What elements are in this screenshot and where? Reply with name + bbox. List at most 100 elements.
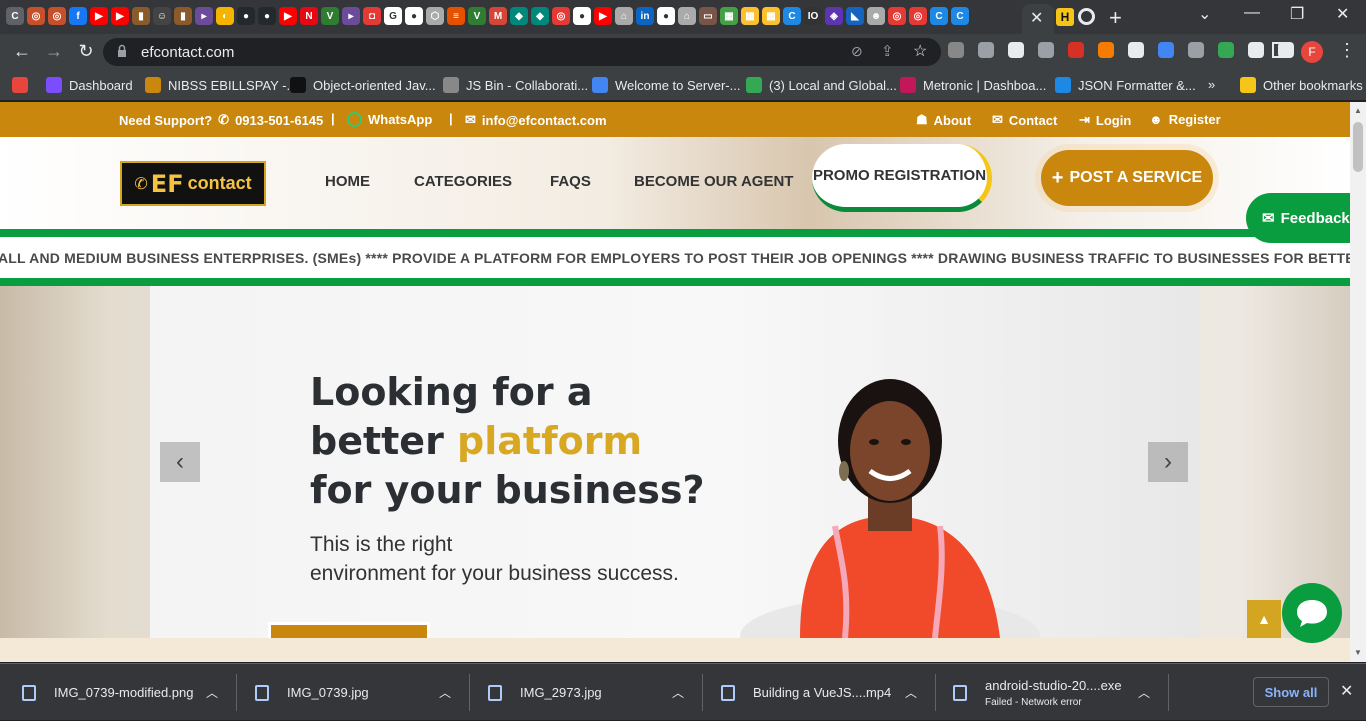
chevron-up-icon[interactable]: ︿ — [672, 684, 684, 701]
email-link[interactable]: ✉ info@efcontact.com — [465, 112, 607, 128]
download-item[interactable]: IMG_0739.jpg ︿ — [255, 664, 453, 721]
popup-blocked-icon[interactable]: ⊘ — [851, 43, 863, 60]
url-text[interactable]: efcontact.com — [141, 44, 234, 61]
forward-icon[interactable]: → — [42, 41, 66, 62]
menu-icon[interactable]: ⋮ — [1338, 40, 1356, 61]
extension-icon[interactable] — [1248, 42, 1264, 58]
download-item[interactable]: IMG_0739-modified.png ︿ — [22, 664, 220, 721]
tab-favicons[interactable]: C ◎ ◎ f ▶ ▶ ▮ ☺ ▮ ▸ ◐ ● ● ▶ N V ▸ ◘ G ● ⬡ ≡ V M ◆ ◆ ◎ ● ▶ ⌂ in ● ⌂ ▭ ▦ ▦ ▦ C I… — [6, 7, 969, 27]
page-scrollbar[interactable]: ▲ ▼ — [1350, 102, 1366, 662]
extension-icon[interactable] — [1188, 42, 1204, 58]
reload-icon[interactable]: ↻ — [74, 41, 98, 62]
scrollbar-thumb[interactable] — [1353, 122, 1363, 172]
live-chat-button[interactable] — [1282, 583, 1342, 643]
post-service-button[interactable]: + POST A SERVICE — [1041, 150, 1213, 206]
tab-favicon-icon[interactable]: ▶ — [594, 7, 612, 25]
tab-favicon-icon[interactable]: ▸ — [342, 7, 360, 25]
tab-favicon-icon[interactable]: ◎ — [48, 7, 66, 25]
register-link[interactable]: ☻ Register — [1149, 112, 1221, 127]
tab-favicon-icon[interactable]: ◘ — [363, 7, 381, 25]
tab-favicon-icon[interactable]: ▦ — [720, 7, 738, 25]
site-logo[interactable]: ✆ EF contact — [120, 161, 266, 206]
tab-favicon-icon[interactable]: ◣ — [846, 7, 864, 25]
bookmark-item[interactable]: JS Bin - Collaborati... — [443, 77, 588, 93]
close-tab-icon[interactable]: ✕ — [1030, 8, 1043, 28]
address-bar[interactable]: efcontact.com ⊘ ⇪ ☆ — [103, 38, 941, 66]
download-item[interactable]: android-studio-20....exe Failed - Network… — [953, 664, 1152, 721]
bookmark-star-icon[interactable]: ☆ — [913, 41, 927, 61]
show-all-downloads-button[interactable]: Show all — [1253, 677, 1329, 707]
whatsapp-link[interactable]: WhatsApp — [347, 112, 432, 127]
tab-search-icon[interactable]: ⌄ — [1198, 4, 1211, 24]
close-downloads-icon[interactable]: ✕ — [1340, 681, 1353, 701]
close-window-icon[interactable]: ✕ — [1336, 4, 1349, 24]
lock-icon[interactable] — [117, 44, 127, 58]
tab-favicon-icon[interactable]: V — [321, 7, 339, 25]
tab-favicon-icon[interactable]: ▦ — [762, 7, 780, 25]
tab-favicon-icon[interactable]: ◎ — [552, 7, 570, 25]
tab-favicon-icon[interactable]: ▮ — [174, 7, 192, 25]
tab-favicon-icon[interactable]: ◈ — [825, 7, 843, 25]
restore-icon[interactable]: ❐ — [1290, 4, 1304, 24]
chevron-up-icon[interactable]: ︿ — [206, 684, 218, 701]
tab-favicon-icon[interactable]: ☺ — [153, 7, 171, 25]
tab-favicon-icon[interactable]: ⌂ — [678, 7, 696, 25]
tab-favicon-icon[interactable]: C — [6, 7, 24, 25]
extension-icon[interactable] — [1098, 42, 1114, 58]
other-bookmarks[interactable]: Other bookmarks — [1240, 77, 1363, 93]
chevron-up-icon[interactable]: ︿ — [905, 684, 917, 701]
support-phone[interactable]: Need Support? ✆ 0913-501-6145 — [119, 112, 323, 128]
tab-favicon-icon[interactable]: ● — [258, 7, 276, 25]
tab-favicon-icon[interactable]: ◎ — [888, 7, 906, 25]
bookmark-item[interactable]: Metronic | Dashboa... — [900, 77, 1046, 93]
tab-favicon-icon[interactable]: C — [783, 7, 801, 25]
bookmark-item[interactable]: NIBSS EBILLSPAY -... — [145, 77, 297, 93]
bookmark-item[interactable]: (3) Local and Global... — [746, 77, 897, 93]
chevron-up-icon[interactable]: ︿ — [439, 684, 451, 701]
extension-icon[interactable] — [948, 42, 964, 58]
scroll-to-top-button[interactable]: ▲ — [1247, 600, 1281, 638]
extension-icon[interactable] — [978, 42, 994, 58]
tab-favicon-icon[interactable]: M — [489, 7, 507, 25]
tab-favicon-icon[interactable]: IO — [804, 7, 822, 25]
tab-favicon-icon[interactable]: ⌂ — [615, 7, 633, 25]
tab-favicon-chrome[interactable] — [1078, 8, 1095, 25]
tab-favicon-icon[interactable]: ▶ — [90, 7, 108, 25]
extension-icon[interactable] — [1128, 42, 1144, 58]
tab-favicon-icon[interactable]: ◎ — [909, 7, 927, 25]
chevron-up-icon[interactable]: ︿ — [1138, 684, 1150, 701]
hero-cta-button[interactable] — [268, 622, 430, 638]
more-bookmarks-icon[interactable]: » — [1208, 77, 1215, 92]
phone-number[interactable]: 0913-501-6145 — [235, 113, 323, 128]
scroll-down-icon[interactable]: ▼ — [1354, 648, 1362, 657]
tab-favicon-icon[interactable]: ● — [657, 7, 675, 25]
share-icon[interactable]: ⇪ — [881, 42, 894, 60]
login-link[interactable]: ⇥ Login — [1079, 112, 1131, 128]
download-item[interactable]: Building a VueJS....mp4 ︿ — [721, 664, 919, 721]
bookmark-item[interactable] — [12, 77, 28, 93]
new-tab-button[interactable]: + — [1109, 5, 1122, 31]
tab-favicon-icon[interactable]: ▶ — [111, 7, 129, 25]
tab-favicon-icon[interactable]: ≡ — [447, 7, 465, 25]
tab-favicon-icon[interactable]: G — [384, 7, 402, 25]
download-item[interactable]: IMG_2973.jpg ︿ — [488, 664, 686, 721]
side-panel-icon[interactable] — [1272, 42, 1286, 58]
extension-icon[interactable] — [1038, 42, 1054, 58]
scroll-up-icon[interactable]: ▲ — [1354, 106, 1362, 115]
extension-icon[interactable] — [1218, 42, 1234, 58]
carousel-prev-button[interactable]: ‹ — [160, 442, 200, 482]
extension-icon[interactable] — [1158, 42, 1174, 58]
tab-favicon-icon[interactable]: C — [951, 7, 969, 25]
tab-favicon-icon[interactable]: in — [636, 7, 654, 25]
about-link[interactable]: ☗ About — [916, 112, 971, 128]
back-icon[interactable]: ← — [10, 41, 34, 62]
tab-favicon-icon[interactable]: ● — [573, 7, 591, 25]
tab-favicon-icon[interactable]: ☻ — [867, 7, 885, 25]
tab-favicon-icon[interactable]: ▶ — [279, 7, 297, 25]
promo-registration-button[interactable]: PROMO REGISTRATION — [812, 144, 992, 212]
extension-icon[interactable] — [1008, 42, 1024, 58]
tab-favicon-icon[interactable]: ▮ — [132, 7, 150, 25]
tab-favicon-icon[interactable]: ● — [237, 7, 255, 25]
tab-favicon-icon[interactable]: ◆ — [510, 7, 528, 25]
carousel-next-button[interactable]: › — [1148, 442, 1188, 482]
